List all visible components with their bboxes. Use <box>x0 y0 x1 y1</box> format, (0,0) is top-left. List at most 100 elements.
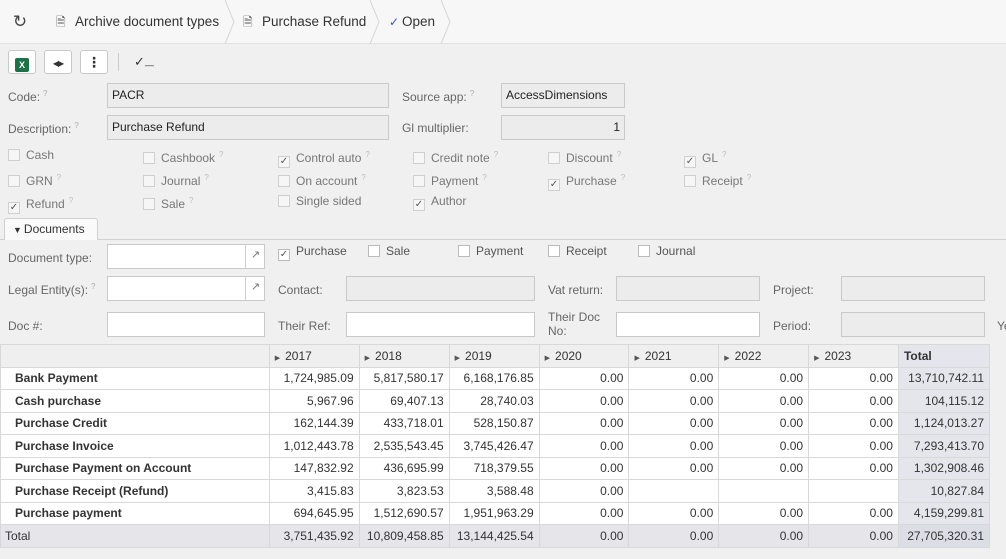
expand-triangle-icon[interactable]: ▶ <box>634 355 639 362</box>
doc-number-input[interactable] <box>107 312 265 337</box>
row-label: Purchase Invoice <box>0 434 270 458</box>
column-header-year[interactable]: ▶ 2023 <box>808 344 899 368</box>
value-cell: 694,645.95 <box>268 501 360 525</box>
table-row[interactable]: Cash purchase 5,967.96 69,407.13 28,740.03 0… <box>0 389 991 413</box>
project-field[interactable] <box>841 276 985 301</box>
table-row[interactable]: Purchase Invoice 1,012,443.78 2,535,543.45… <box>0 434 991 458</box>
value-cell: 0.00 <box>538 411 630 435</box>
checkbox-box <box>638 245 650 257</box>
flag-author-checkbox[interactable]: ✓ Author <box>413 192 466 211</box>
more-options-button[interactable]: ⋮ <box>80 50 108 74</box>
flag-credit-note-checkbox[interactable]: Credit note? <box>413 146 498 165</box>
flag-journal-checkbox[interactable]: Journal? <box>143 169 209 188</box>
help-mark: ? <box>56 173 62 182</box>
source-app-field[interactable]: AccessDimensions <box>501 83 625 108</box>
row-header-column <box>0 344 270 368</box>
doc-kind-purchase-checkbox[interactable]: ✓ Purchase <box>278 242 347 261</box>
legal-entity-picker-icon[interactable]: ↗ <box>245 276 265 301</box>
row-total-cell: 1,124,013.27 <box>897 411 991 435</box>
checkbox-box: ✓ <box>8 202 20 214</box>
value-cell: 28,740.03 <box>448 389 540 413</box>
flag-grn-checkbox[interactable]: GRN? <box>8 169 62 188</box>
breadcrumb-open[interactable]: ✓ Open <box>389 0 435 44</box>
row-total-cell: 104,115.12 <box>897 389 991 413</box>
checkbox-box <box>684 175 696 187</box>
flag-cashbook-checkbox[interactable]: Cashbook? <box>143 146 224 165</box>
help-mark: ? <box>365 150 370 159</box>
expand-triangle-icon[interactable]: ▶ <box>814 355 819 362</box>
legal-entity-input[interactable] <box>107 276 265 301</box>
code-field[interactable]: PACR <box>107 83 389 108</box>
expand-triangle-icon[interactable]: ▶ <box>724 355 729 362</box>
flag-single-sided-checkbox[interactable]: Single sided <box>278 192 361 210</box>
vat-return-field[interactable] <box>616 276 760 301</box>
value-cell: 1,512,690.57 <box>358 501 450 525</box>
help-mark: ? <box>361 173 366 182</box>
tab-documents[interactable]: ▼ Documents <box>4 218 98 240</box>
flag-control-auto-checkbox[interactable]: ✓ Control auto? <box>278 146 370 168</box>
column-header-year[interactable]: ▶ 2018 <box>358 344 450 368</box>
table-row[interactable]: Bank Payment 1,724,985.09 5,817,580.17 6,16… <box>0 366 991 390</box>
breadcrumb-archive-document-types[interactable]: 🗎 Archive document types <box>56 0 219 44</box>
table-row[interactable]: Purchase Receipt (Refund) 3,415.83 3,823.5… <box>0 479 991 503</box>
document-type-input[interactable] <box>107 244 265 269</box>
their-doc-no-label: Their Doc No: <box>548 310 601 338</box>
breadcrumb-purchase-refund[interactable]: 🗎 Purchase Refund <box>243 0 366 44</box>
expand-triangle-icon[interactable]: ▶ <box>365 355 370 362</box>
doc-kind-receipt-checkbox[interactable]: Receipt <box>548 242 607 260</box>
refresh-icon[interactable]: ↻ <box>10 12 30 32</box>
toolbar-divider <box>118 53 119 71</box>
flag-receipt-checkbox[interactable]: Receipt? <box>684 169 751 188</box>
checkbox-label: Sale <box>161 197 186 211</box>
gl-multiplier-field[interactable]: 1 <box>501 115 625 140</box>
checkbox-label: Cash <box>26 148 55 162</box>
edit-icon: ✓ <box>389 15 400 29</box>
column-header-year[interactable]: ▶ 2020 <box>538 344 630 368</box>
expand-triangle-icon[interactable]: ▶ <box>455 355 460 362</box>
flag-discount-checkbox[interactable]: Discount? <box>548 146 621 165</box>
column-header-year[interactable]: ▶ 2019 <box>448 344 540 368</box>
edit-check-icon[interactable]: ✓— <box>134 54 154 70</box>
doc-kind-journal-checkbox[interactable]: Journal <box>638 242 695 260</box>
checkbox-box <box>8 149 20 161</box>
flag-gl-checkbox[interactable]: ✓ GL? <box>684 146 727 168</box>
help-mark: ? <box>722 150 727 159</box>
doc-kind-payment-checkbox[interactable]: Payment <box>458 242 523 260</box>
column-header-label: 2017 <box>285 348 312 363</box>
expand-button[interactable]: ◀▶ <box>44 50 72 74</box>
expand-triangle-icon[interactable]: ▶ <box>275 355 280 362</box>
column-header-label: 2020 <box>555 348 582 363</box>
value-cell: 0.00 <box>538 434 630 458</box>
flag-payment-checkbox[interactable]: Payment? <box>413 169 487 188</box>
value-cell: 0.00 <box>718 389 810 413</box>
table-row[interactable]: Purchase Credit 162,144.39 433,718.01 528,1… <box>0 411 991 435</box>
flag-refund-checkbox[interactable]: ✓ Refund? <box>8 192 73 214</box>
their-ref-input[interactable] <box>346 312 535 337</box>
doc-kind-sale-checkbox[interactable]: Sale <box>368 242 410 260</box>
column-header-total[interactable]: Total <box>897 344 991 368</box>
flag-purchase-checkbox[interactable]: ✓ Purchase? <box>548 169 625 191</box>
value-cell: 0.00 <box>628 366 720 390</box>
flag-on-account-checkbox[interactable]: On account? <box>278 169 366 188</box>
period-field[interactable] <box>841 312 985 337</box>
flag-cash-checkbox[interactable]: Cash <box>8 146 54 164</box>
column-header-year[interactable]: ▶ 2022 <box>718 344 810 368</box>
column-header-label: 2019 <box>465 348 492 363</box>
table-row[interactable]: Purchase payment 694,645.95 1,512,690.57 1,… <box>0 501 991 525</box>
export-excel-button[interactable]: X <box>8 50 36 74</box>
document-type-picker-icon[interactable]: ↗ <box>245 244 265 269</box>
column-header-year[interactable]: ▶ 2021 <box>628 344 720 368</box>
table-total-row[interactable]: Total 3,751,435.92 10,809,458.85 13,144,425… <box>0 524 991 548</box>
flag-sale-checkbox[interactable]: Sale? <box>143 192 193 211</box>
value-cell: 0.00 <box>628 524 720 548</box>
description-field[interactable]: Purchase Refund <box>107 115 389 140</box>
value-cell: 3,751,435.92 <box>268 524 360 548</box>
contact-field[interactable] <box>346 276 535 301</box>
checkbox-label: Single sided <box>296 194 362 208</box>
checkbox-box <box>143 198 155 210</box>
table-row[interactable]: Purchase Payment on Account 147,832.92 436… <box>0 456 991 480</box>
checkbox-label: Refund <box>26 197 65 211</box>
their-doc-no-input[interactable] <box>616 312 760 337</box>
column-header-year[interactable]: ▶ 2017 <box>268 344 360 368</box>
expand-triangle-icon[interactable]: ▶ <box>545 355 550 362</box>
